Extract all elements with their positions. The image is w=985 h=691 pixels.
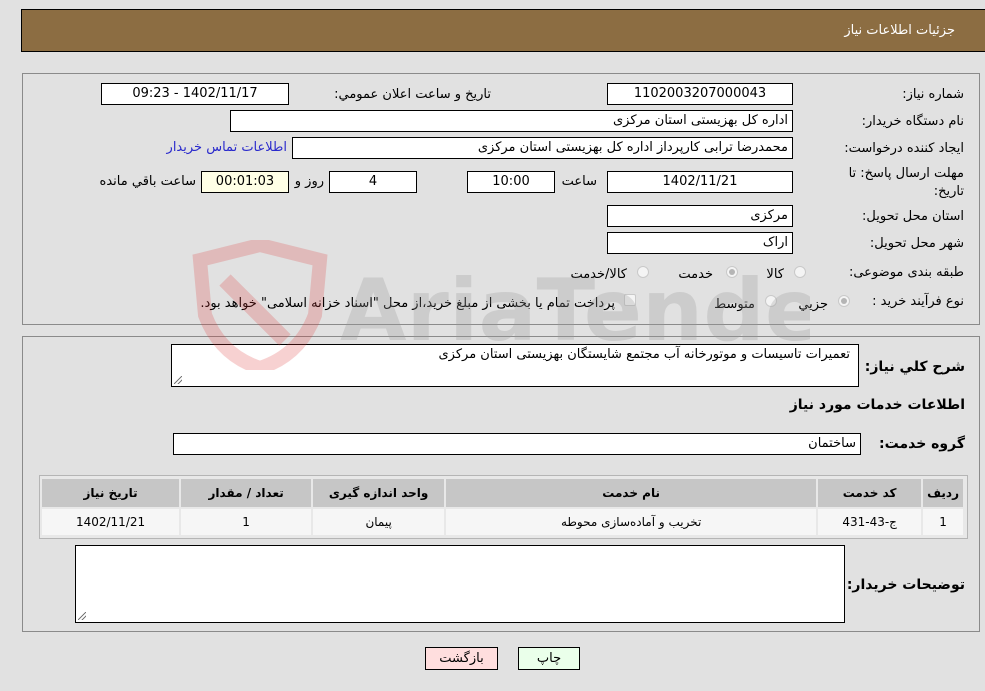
remaining-time-field[interactable]: 00:01:03	[201, 171, 289, 193]
category-option-service: خدمت	[678, 267, 713, 282]
province-field[interactable]: مرکزی	[607, 205, 793, 227]
deadline-date-field[interactable]: 1402/11/21	[607, 171, 793, 193]
category-option-goods-service: کالا/خدمت	[570, 267, 627, 282]
cell-service-code: ج-43-431	[816, 507, 924, 537]
need-number-label: شماره نیاز:	[902, 87, 964, 102]
city-field[interactable]: اراک	[607, 232, 793, 254]
description-label: شرح كلي نياز:	[864, 359, 965, 375]
cell-unit: پیمان	[311, 507, 447, 537]
cell-service-name: تخریب و آماده‌سازی محوطه	[444, 507, 819, 537]
page-header: جزئیات اطلاعات نیاز	[21, 9, 985, 52]
details-panel: شماره نیاز: 1102003207000043 تاریخ و ساع…	[22, 73, 980, 325]
back-button[interactable]: بازگشت	[425, 647, 498, 670]
col-need-date: تاریخ نیاز	[39, 477, 182, 509]
process-radio-minor[interactable]	[838, 295, 850, 307]
col-service-code: کد خدمت	[816, 477, 924, 509]
creator-label: ایجاد کننده درخواست:	[844, 141, 964, 156]
need-number-field[interactable]: 1102003207000043	[607, 83, 793, 105]
table-row: 1 ج-43-431 تخریب و آماده‌سازی محوطه پیما…	[39, 507, 965, 537]
description-textarea[interactable]: تعمیرات تاسیسات و موتورخانه آب مجتمع شای…	[171, 344, 859, 387]
days-label: روز و	[294, 174, 324, 189]
col-row: ردیف	[921, 477, 965, 509]
category-radio-goods-service[interactable]	[637, 266, 649, 278]
buyer-notes-label: توضیحات خریدار:	[846, 577, 965, 593]
remaining-label: ساعت باقي مانده	[99, 174, 196, 189]
page-title: جزئیات اطلاعات نیاز	[844, 23, 955, 38]
description-text: تعمیرات تاسیسات و موتورخانه آب مجتمع شای…	[438, 347, 851, 362]
buyer-notes-textarea[interactable]	[75, 545, 845, 623]
category-radio-service[interactable]	[726, 266, 738, 278]
deadline-label: مهلت ارسال پاسخ: تا	[848, 166, 964, 181]
process-label: نوع فرآیند خرید :	[872, 294, 964, 309]
buyer-org-field[interactable]: اداره کل بهزیستی استان مرکزی	[230, 110, 793, 132]
col-unit: واحد اندازه گیری	[311, 477, 447, 509]
services-heading: اطلاعات خدمات مورد نیاز	[789, 397, 965, 413]
category-label: طبقه بندی موضوعی:	[848, 265, 964, 280]
col-quantity: تعداد / مقدار	[179, 477, 314, 509]
table-header-row: ردیف کد خدمت نام خدمت واحد اندازه گیری ت…	[39, 477, 965, 509]
service-group-field[interactable]: ساختمان	[173, 433, 861, 455]
service-group-label: گروه خدمت:	[879, 436, 965, 452]
process-option-medium: متوسط	[714, 297, 755, 312]
cell-quantity: 1	[179, 507, 314, 537]
announce-field[interactable]: 1402/11/17 - 09:23	[101, 83, 289, 105]
days-field[interactable]: 4	[329, 171, 417, 193]
col-service-name: نام خدمت	[444, 477, 819, 509]
cell-row: 1	[921, 507, 965, 537]
deadline-label-date: تاریخ:	[933, 184, 964, 199]
category-option-goods: کالا	[766, 267, 784, 282]
cell-need-date: 1402/11/21	[39, 507, 182, 537]
creator-field[interactable]: محمدرضا ترابی کارپرداز اداره کل بهزیستی …	[292, 137, 793, 159]
deadline-time-field[interactable]: 10:00	[467, 171, 555, 193]
process-radio-medium[interactable]	[765, 295, 777, 307]
buyer-contact-link[interactable]: اطلاعات تماس خریدار	[167, 140, 287, 155]
process-option-minor: جزيي	[798, 297, 828, 312]
treasury-note: پرداخت تمام یا بخشی از مبلغ خرید،از محل …	[200, 296, 615, 311]
category-radio-goods[interactable]	[794, 266, 806, 278]
time-label: ساعت	[561, 174, 597, 189]
province-label: استان محل تحویل:	[862, 209, 964, 224]
resize-grip-icon[interactable]	[78, 612, 86, 620]
summary-panel: شرح كلي نياز: تعمیرات تاسیسات و موتورخان…	[22, 336, 980, 632]
resize-grip-icon[interactable]	[174, 376, 182, 384]
buyer-org-label: نام دستگاه خریدار:	[861, 114, 964, 129]
print-button[interactable]: چاپ	[518, 647, 580, 670]
announce-label: تاریخ و ساعت اعلان عمومي:	[334, 87, 491, 102]
services-table: ردیف کد خدمت نام خدمت واحد اندازه گیری ت…	[39, 477, 965, 537]
treasury-checkbox[interactable]	[624, 294, 636, 306]
city-label: شهر محل تحویل:	[869, 236, 964, 251]
